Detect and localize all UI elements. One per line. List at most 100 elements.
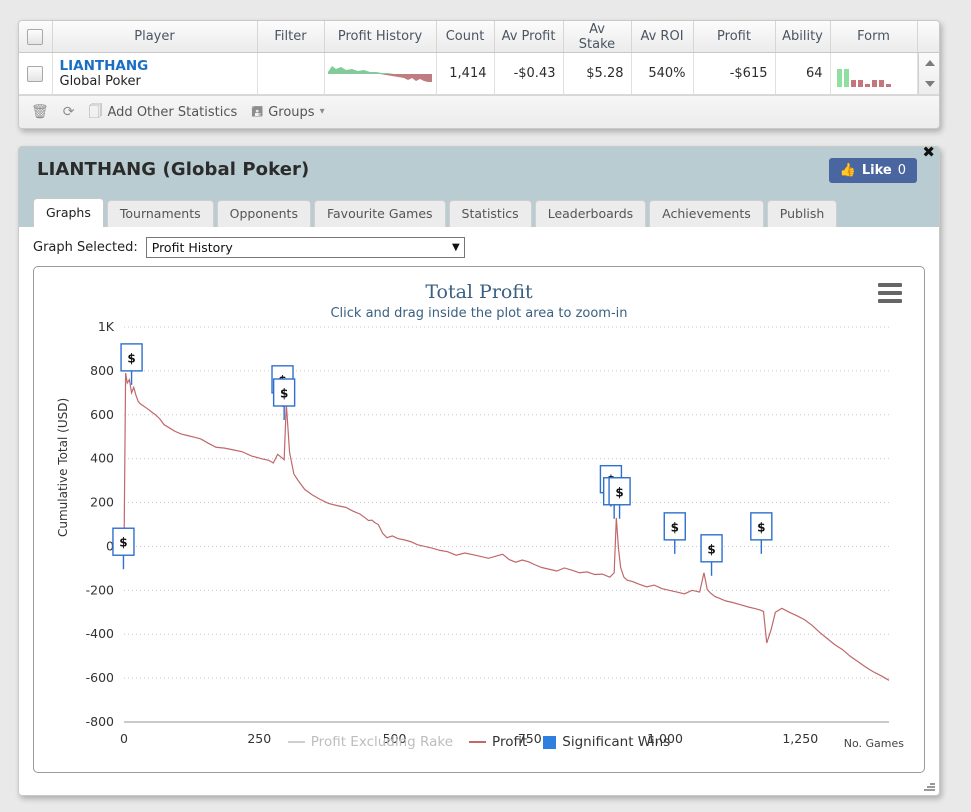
marker-label: $ xyxy=(707,542,715,556)
profit-history-sparkline xyxy=(328,60,432,88)
tab-favourite-games[interactable]: Favourite Games xyxy=(313,200,446,227)
player-cell[interactable]: LIANTHANG Global Poker xyxy=(52,52,258,95)
legend-label: Significant Wins xyxy=(562,734,671,750)
chart-series-line xyxy=(123,372,890,681)
like-count: 0 xyxy=(897,163,906,178)
spinner-down-icon[interactable] xyxy=(924,80,935,87)
filter-cell[interactable] xyxy=(257,52,325,95)
tab-opponents[interactable]: Opponents xyxy=(216,200,311,227)
player-panel-body: Graph Selected: Profit History ▼ Total P… xyxy=(19,227,939,781)
trash-icon[interactable]: 🗑 xyxy=(31,105,49,119)
add-other-statistics-label: Add Other Statistics xyxy=(107,104,238,120)
add-other-statistics-button[interactable]: 🗍 Add Other Statistics xyxy=(89,105,238,120)
row-checkbox[interactable] xyxy=(27,65,44,82)
grid-spinner-cell[interactable] xyxy=(917,52,939,95)
legend-item-profit-excluding-rake[interactable]: Profit Excluding Rake xyxy=(287,734,454,750)
tab-achievements[interactable]: Achievements xyxy=(649,200,764,227)
tab-publish[interactable]: Publish xyxy=(766,200,838,227)
groups-button[interactable]: 🖪 Groups ▾ xyxy=(251,105,324,120)
row-select-cell[interactable] xyxy=(19,52,53,95)
chevron-down-icon: ▾ xyxy=(319,106,325,117)
chart-x-axis-label: No. Games xyxy=(843,737,904,750)
y-tick-label: -400 xyxy=(86,626,114,641)
graph-select-value: Profit History xyxy=(151,240,233,255)
spinner-up-icon[interactable] xyxy=(924,60,935,67)
col-header-ability[interactable]: Ability xyxy=(775,21,831,53)
significant-win-marker[interactable]: $ xyxy=(112,527,135,570)
marker-label: $ xyxy=(671,520,679,534)
grid-header-row: Player Filter Profit History Count Av Pr… xyxy=(19,21,939,53)
marker-label: $ xyxy=(127,351,135,365)
y-tick-label: 600 xyxy=(90,407,114,422)
significant-win-marker[interactable]: $ xyxy=(272,378,296,420)
close-icon[interactable]: ✖ xyxy=(922,145,935,160)
av-stake-cell: $5.28 xyxy=(563,52,632,95)
resize-grip[interactable] xyxy=(924,780,935,791)
y-tick-label: 800 xyxy=(90,363,114,378)
tab-bar: Graphs Tournaments Opponents Favourite G… xyxy=(19,197,939,227)
floppy-icon: 🖪 xyxy=(251,104,264,120)
select-all-header[interactable] xyxy=(19,21,53,53)
player-name[interactable]: LIANTHANG xyxy=(60,58,250,74)
profit-history-cell xyxy=(324,52,437,95)
like-label: Like xyxy=(861,163,892,178)
count-cell: 1,414 xyxy=(436,52,495,95)
y-tick-label: 1K xyxy=(98,319,115,334)
ability-cell: 64 xyxy=(775,52,831,95)
refresh-icon[interactable]: ⟳ xyxy=(63,105,75,119)
legend-swatch-square xyxy=(543,735,557,749)
form-sparkbars xyxy=(835,61,913,87)
av-roi-cell: 540% xyxy=(631,52,694,95)
legend-label: Profit xyxy=(492,734,528,750)
y-tick-label: 200 xyxy=(90,495,114,510)
col-header-av-stake[interactable]: Av Stake xyxy=(563,21,632,53)
y-tick-label: 400 xyxy=(90,451,114,466)
significant-win-marker[interactable]: $ xyxy=(120,343,143,385)
tab-tournaments[interactable]: Tournaments xyxy=(106,200,214,227)
tab-graphs[interactable]: Graphs xyxy=(33,198,104,227)
page-title: LIANTHANG (Global Poker) xyxy=(37,159,310,180)
significant-win-marker[interactable]: $ xyxy=(700,534,723,576)
col-header-av-roi[interactable]: Av ROI xyxy=(631,21,694,53)
col-header-av-profit[interactable]: Av Profit xyxy=(494,21,564,53)
player-panel-header: LIANTHANG (Global Poker) 👍 Like 0 ✖ xyxy=(19,145,939,197)
col-header-profit[interactable]: Profit xyxy=(693,21,776,53)
legend-item-significant-wins[interactable]: Significant Wins xyxy=(543,734,670,750)
like-button[interactable]: 👍 Like 0 xyxy=(828,158,917,183)
col-header-profit-history[interactable]: Profit History xyxy=(324,21,437,53)
player-detail-panel: LIANTHANG (Global Poker) 👍 Like 0 ✖ Grap… xyxy=(18,145,940,796)
av-profit-cell: -$0.43 xyxy=(494,52,564,95)
significant-win-marker[interactable]: $ xyxy=(750,512,773,554)
tab-statistics[interactable]: Statistics xyxy=(448,200,532,227)
legend-item-profit[interactable]: Profit xyxy=(469,734,527,750)
profit-cell: -$615 xyxy=(693,52,776,95)
player-grid-table: Player Filter Profit History Count Av Pr… xyxy=(19,21,939,95)
chart-plot[interactable]: 1K8006004002000-200-400-600-8000 250 500 75… xyxy=(34,267,924,772)
marker-label: $ xyxy=(280,387,288,401)
col-header-count[interactable]: Count xyxy=(436,21,495,53)
grid-row-spinner[interactable] xyxy=(917,53,939,94)
form-cell xyxy=(830,52,918,95)
legend-swatch-line xyxy=(287,741,305,743)
y-tick-label: -800 xyxy=(86,714,114,729)
player-grid-panel: Player Filter Profit History Count Av Pr… xyxy=(18,20,940,129)
col-header-player[interactable]: Player xyxy=(52,21,258,53)
legend-swatch-line xyxy=(469,741,487,743)
y-tick-label: -600 xyxy=(86,670,114,685)
select-all-checkbox[interactable] xyxy=(27,28,44,45)
col-header-filter[interactable]: Filter xyxy=(257,21,325,53)
graph-select-dropdown[interactable]: Profit History ▼ xyxy=(145,237,465,258)
chart-container[interactable]: Total Profit Click and drag inside the p… xyxy=(33,266,925,773)
tab-leaderboards[interactable]: Leaderboards xyxy=(534,200,647,227)
marker-label: $ xyxy=(757,520,765,534)
marker-label: $ xyxy=(119,536,127,550)
legend-label: Profit Excluding Rake xyxy=(310,734,454,750)
graph-select-row: Graph Selected: Profit History ▼ xyxy=(33,237,925,258)
marker-label: $ xyxy=(615,485,623,499)
y-tick-label: -200 xyxy=(86,582,114,597)
groups-label: Groups xyxy=(268,104,315,120)
significant-win-marker[interactable]: $ xyxy=(608,477,631,519)
col-header-form[interactable]: Form xyxy=(830,21,918,53)
table-row[interactable]: LIANTHANG Global Poker 1,414 -$0.43 $5.2… xyxy=(19,52,939,95)
significant-win-marker[interactable]: $ xyxy=(663,512,686,554)
